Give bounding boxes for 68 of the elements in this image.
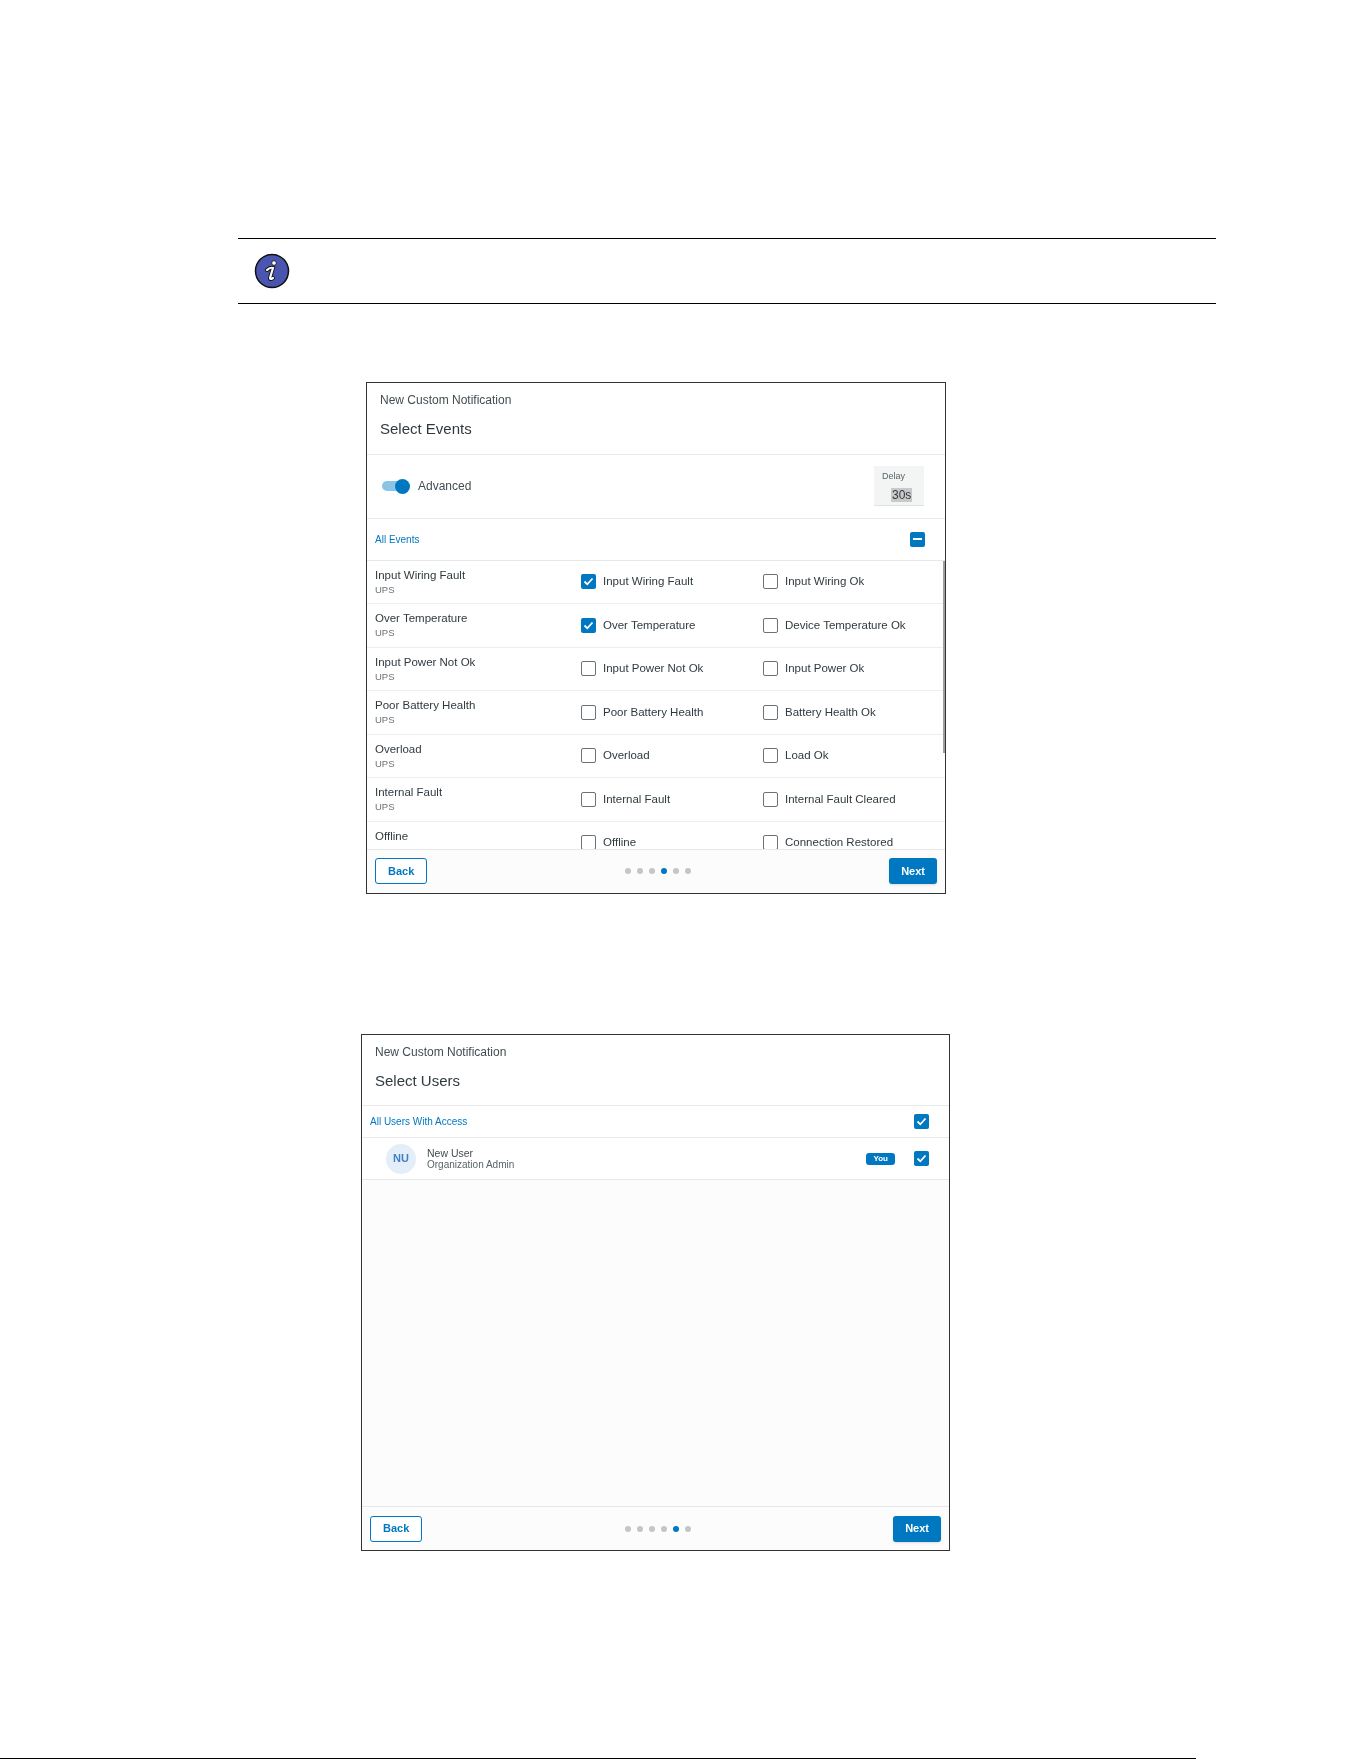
checkbox-label: Offline (603, 835, 637, 849)
checkbox[interactable] (581, 704, 596, 720)
minus-icon (913, 538, 922, 540)
toggle-label: Advanced (418, 478, 472, 495)
checkbox-label: Battery Health Ok (785, 704, 876, 720)
checkbox[interactable] (763, 617, 778, 633)
checkbox-label: Input Power Ok (785, 661, 865, 677)
checkbox-label: Device Temperature Ok (785, 617, 906, 633)
checkbox[interactable] (763, 748, 778, 764)
checkbox[interactable] (763, 661, 778, 677)
delay-field[interactable]: Delay 30s (874, 466, 924, 506)
checkbox[interactable] (581, 661, 596, 677)
event-name: Input Wiring Fault (375, 567, 467, 583)
checkbox[interactable] (763, 704, 778, 720)
checkbox[interactable] (763, 835, 778, 849)
event-name: Offline (375, 828, 410, 844)
event-source: UPS (375, 669, 396, 683)
all-events-link[interactable]: All Events (375, 531, 420, 547)
check-icon (916, 1116, 927, 1127)
dialog-subtitle: Select Users (375, 1070, 462, 1091)
checkbox-label: Input Wiring Fault (603, 574, 694, 590)
event-source: UPS (375, 756, 396, 770)
checkbox[interactable] (581, 574, 596, 590)
user-role: Organization Admin (427, 1158, 516, 1171)
event-name: Over Temperature (375, 611, 469, 627)
event-name: Poor Battery Health (375, 698, 477, 714)
checkbox-label: Internal Fault Cleared (785, 791, 896, 807)
check-icon (583, 619, 594, 631)
checkbox[interactable] (581, 835, 596, 849)
checkbox[interactable] (581, 791, 596, 807)
back-button[interactable]: Back (370, 1515, 423, 1542)
checkbox-label: Over Temperature (603, 617, 696, 633)
event-source: UPS (375, 626, 396, 640)
back-button[interactable]: Back (375, 858, 428, 884)
checkbox[interactable] (581, 748, 596, 764)
event-source: UPS (375, 800, 396, 814)
select-all-checkbox[interactable] (910, 531, 925, 547)
check-icon (916, 1153, 927, 1164)
event-source: UPS (375, 582, 396, 596)
checkbox-label: Input Power Not Ok (603, 661, 704, 677)
next-button[interactable]: Next (889, 858, 937, 884)
all-users-link[interactable]: All Users With Access (370, 1114, 468, 1129)
checkbox[interactable] (763, 574, 778, 590)
dialog-subtitle: Select Events (380, 419, 473, 439)
checkbox-label: Poor Battery Health (603, 704, 704, 720)
user-name: New User (427, 1146, 475, 1159)
event-name: Overload (375, 741, 423, 757)
toggle-switch[interactable] (382, 478, 410, 494)
event-name: Internal Fault (375, 785, 444, 801)
checkbox-label: Load Ok (785, 748, 829, 764)
next-button[interactable]: Next (893, 1515, 941, 1542)
event-source: UPS (375, 713, 396, 727)
checkbox-label: Internal Fault (603, 791, 671, 807)
dialog-title: New Custom Notification (375, 1043, 508, 1061)
select-all-checkbox[interactable] (914, 1114, 929, 1129)
checkbox[interactable] (914, 1151, 929, 1166)
checkbox[interactable] (581, 617, 596, 633)
checkbox-label: Overload (603, 748, 650, 764)
check-icon (583, 576, 594, 588)
info-icon (254, 253, 290, 289)
checkbox-label: Connection Restored (785, 835, 894, 849)
avatar: NU (386, 1143, 416, 1174)
dialog-title: New Custom Notification (380, 392, 513, 409)
you-badge: You (866, 1152, 895, 1165)
scrollbar[interactable] (943, 560, 945, 753)
event-name: Input Power Not Ok (375, 654, 477, 670)
checkbox-label: Input Wiring Ok (785, 574, 865, 590)
checkbox[interactable] (763, 791, 778, 807)
